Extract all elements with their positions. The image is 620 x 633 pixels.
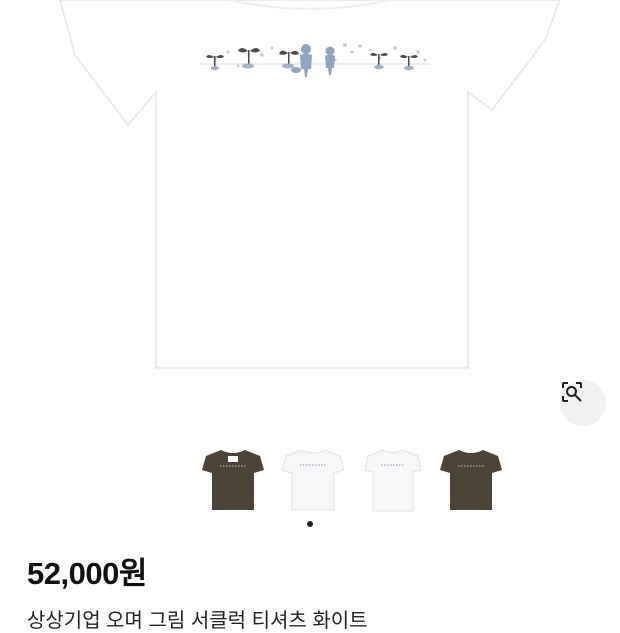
carousel-dot-active[interactable]: [307, 521, 313, 527]
thumbnail-0[interactable]: [198, 446, 268, 516]
product-title: 상상기업 오며 그림 서클럭 티셔츠 화이트: [27, 610, 368, 632]
product-price: 52,000원: [27, 556, 147, 591]
thumbnail-1[interactable]: [278, 446, 348, 516]
thumbnail-strip: [196, 446, 506, 516]
tshirt-thumb-charcoal-alt: [440, 450, 502, 510]
tshirt-thumb-charcoal: [202, 450, 264, 510]
product-hero-image[interactable]: [0, 0, 620, 440]
visual-search-button[interactable]: [560, 380, 606, 426]
carousel-pagination: [0, 518, 620, 530]
white-tshirt-photo: [59, 0, 561, 369]
tshirt-thumb-white: [281, 449, 345, 511]
thumbnail-2[interactable]: [358, 446, 428, 516]
thumbnail-3[interactable]: [436, 446, 506, 516]
tshirt-thumb-white-alt: [364, 449, 422, 512]
